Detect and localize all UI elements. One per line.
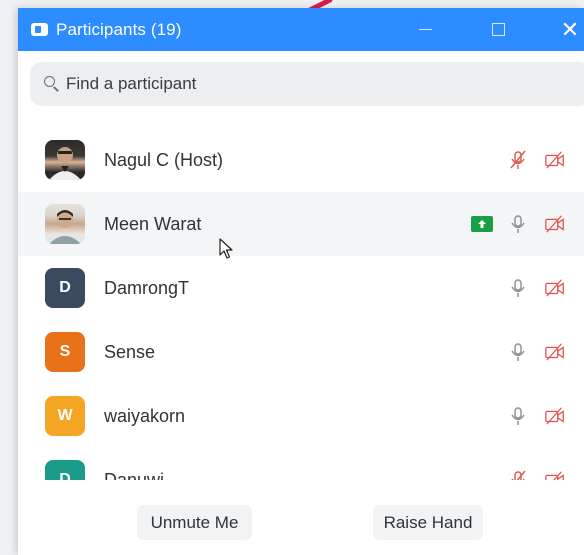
avatar: W: [45, 396, 85, 436]
video-off-icon[interactable]: [544, 405, 566, 427]
footer-bar: Unmute Me Raise Hand: [18, 486, 584, 555]
video-off-icon[interactable]: [544, 469, 566, 480]
video-off-icon[interactable]: [544, 149, 566, 171]
title-bar: Participants (19) ✕: [18, 8, 584, 51]
screen-share-icon[interactable]: [471, 216, 493, 232]
participant-row-sense[interactable]: S Sense: [18, 320, 584, 384]
avatar: D: [45, 460, 85, 480]
video-off-icon[interactable]: [544, 213, 566, 235]
participant-name: Meen Warat: [104, 213, 202, 234]
mic-icon[interactable]: [507, 405, 529, 427]
avatar: D: [45, 268, 85, 308]
avatar: S: [45, 332, 85, 372]
raise-hand-button[interactable]: Raise Hand: [373, 505, 483, 540]
mic-icon[interactable]: [507, 213, 529, 235]
participant-row-nagul[interactable]: Nagul C (Host): [18, 128, 584, 192]
participant-list[interactable]: Nagul C (Host) Meen Warat D DamrongT S S…: [18, 120, 584, 480]
participant-name: Danuwi: [104, 469, 165, 481]
unmute-me-button[interactable]: Unmute Me: [137, 505, 252, 540]
participant-name: DamrongT: [104, 277, 190, 298]
zoom-app-icon: [31, 23, 48, 36]
participant-name: Sense: [104, 341, 156, 362]
search-box[interactable]: [30, 62, 584, 106]
participant-row-waiyakorn[interactable]: W waiyakorn: [18, 384, 584, 448]
mic-muted-icon[interactable]: [507, 469, 529, 480]
mic-muted-icon[interactable]: [507, 149, 529, 171]
participant-name: waiyakorn: [104, 405, 186, 426]
mouse-cursor-icon: [219, 238, 233, 259]
mic-icon[interactable]: [507, 341, 529, 363]
search-icon: [44, 76, 60, 92]
video-off-icon[interactable]: [544, 277, 566, 299]
video-off-icon[interactable]: [544, 341, 566, 363]
search-input[interactable]: [66, 74, 546, 94]
avatar: [45, 204, 85, 244]
maximize-button[interactable]: [473, 8, 523, 51]
participant-row-danuwi[interactable]: D Danuwi: [18, 448, 584, 480]
participant-name: Nagul C (Host): [104, 149, 224, 170]
avatar: [45, 140, 85, 180]
close-button[interactable]: ✕: [545, 8, 584, 51]
maximize-icon: [491, 23, 505, 36]
participant-row-damrongt[interactable]: D DamrongT: [18, 256, 584, 320]
window-title: Participants (19): [56, 19, 182, 39]
mic-icon[interactable]: [507, 277, 529, 299]
close-icon: ✕: [560, 16, 580, 42]
participant-row-meen[interactable]: Meen Warat: [18, 192, 584, 256]
minimize-icon: [418, 28, 432, 31]
participants-window: Participants (19) ✕ Nagul C (Host): [18, 8, 584, 555]
minimize-button[interactable]: [400, 8, 450, 51]
